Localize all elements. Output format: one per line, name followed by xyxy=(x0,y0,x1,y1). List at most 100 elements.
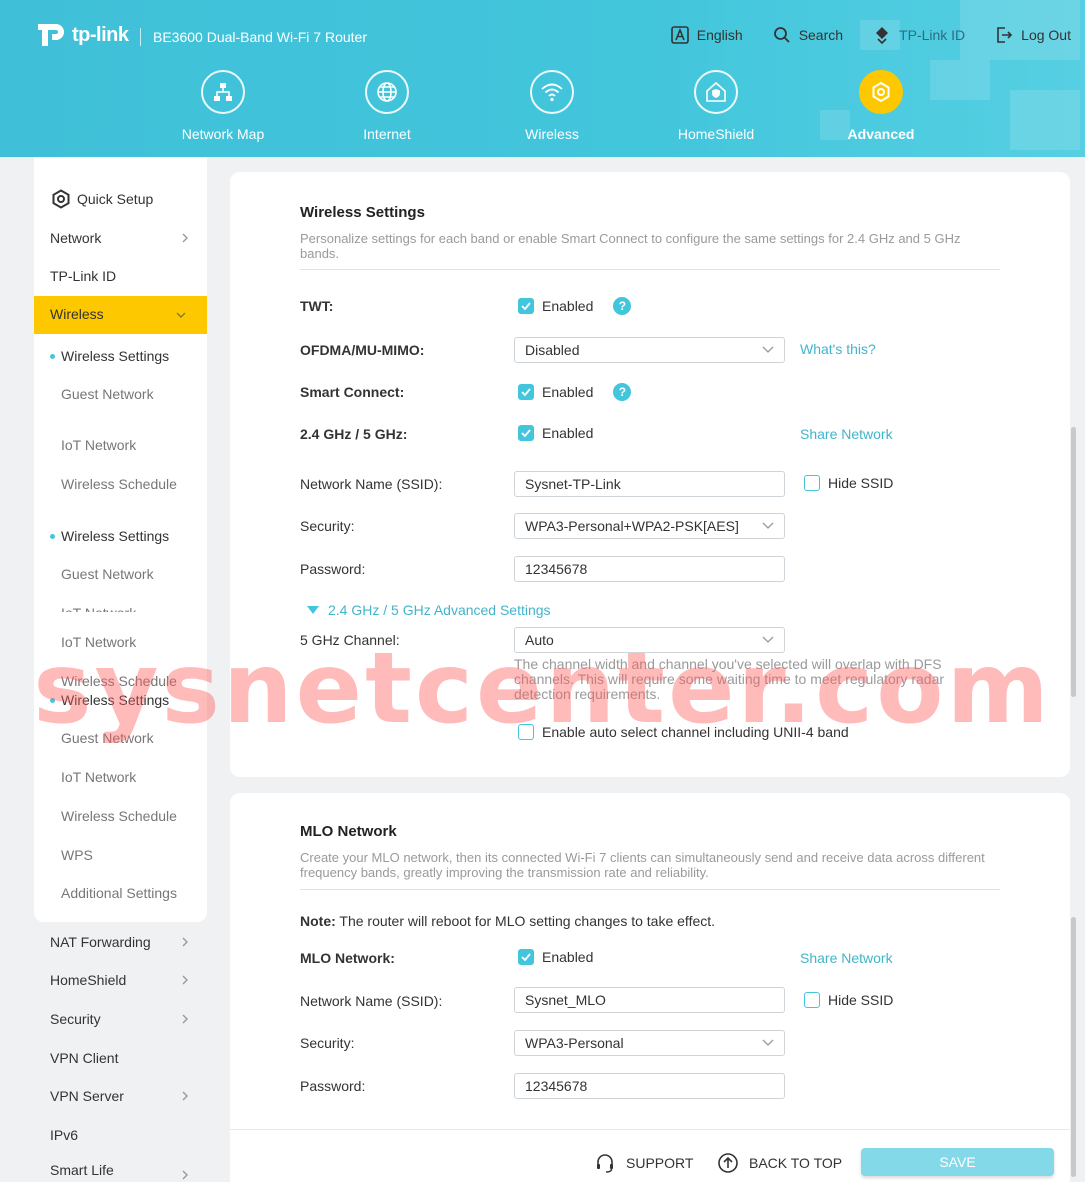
save-button[interactable]: SAVE xyxy=(861,1148,1054,1176)
sidebar-sub-wireless-settings[interactable]: Wireless Settings xyxy=(50,689,201,711)
twt-checkbox-row: Enabled ? xyxy=(518,297,632,315)
ofdma-select[interactable]: Disabled xyxy=(514,337,785,363)
unii4-row: Enable auto select channel including UNI… xyxy=(518,724,849,740)
back-to-top-button[interactable]: BACK TO TOP xyxy=(717,1152,842,1174)
network-map-icon xyxy=(201,70,245,114)
mlo-note-bold: Note: xyxy=(300,913,336,929)
nav-internet[interactable]: Internet xyxy=(327,70,447,142)
sidebar-sub-guest-network[interactable]: Guest Network xyxy=(61,383,201,405)
main-nav: Network Map Internet Wireless HomeShield… xyxy=(0,70,1085,150)
sidebar-sub-wireless-settings[interactable]: Wireless Settings xyxy=(50,525,201,547)
sidebar-sub-iot-network[interactable]: IoT Network xyxy=(61,631,201,653)
support-button[interactable]: SUPPORT xyxy=(594,1152,693,1174)
twt-checkbox[interactable] xyxy=(518,298,534,314)
chevron-right-icon xyxy=(182,233,188,243)
check-icon xyxy=(521,388,531,397)
wireless-settings-title: Wireless Settings xyxy=(300,204,425,221)
sidebar-item-vpn-client[interactable]: VPN Client xyxy=(50,1046,190,1070)
sidebar-item-security[interactable]: Security xyxy=(50,1007,190,1031)
smart-connect-checkbox[interactable] xyxy=(518,384,534,400)
mlo-security-label: Security: xyxy=(300,1035,355,1051)
sidebar-item-smart-life[interactable]: Smart Life xyxy=(50,1158,190,1182)
sidebar-item-vpn-server[interactable]: VPN Server xyxy=(50,1084,190,1108)
sidebar-item-quick-setup[interactable]: Quick Setup xyxy=(52,187,217,211)
arrow-up-circle-icon xyxy=(718,1153,738,1173)
top-header: tp-link BE3600 Dual-Band Wi-Fi 7 Router … xyxy=(0,0,1085,157)
sidebar-sub-guest-network[interactable]: Guest Network xyxy=(61,563,201,585)
advanced-settings-label: 2.4 GHz / 5 GHz Advanced Settings xyxy=(328,602,551,618)
language-button[interactable]: English xyxy=(670,26,743,44)
ssid-input[interactable]: Sysnet-TP-Link xyxy=(514,471,785,497)
band-row: Enabled xyxy=(518,425,593,441)
hide-ssid-checkbox[interactable] xyxy=(804,475,820,491)
mlo-share-network-link[interactable]: Share Network xyxy=(800,950,893,966)
hide-ssid-row: Hide SSID xyxy=(804,475,893,491)
share-network-link[interactable]: Share Network xyxy=(800,426,893,442)
nav-wireless[interactable]: Wireless xyxy=(492,70,612,142)
nav-network-map[interactable]: Network Map xyxy=(163,70,283,142)
help-icon[interactable]: ? xyxy=(613,383,632,401)
search-button[interactable]: Search xyxy=(773,26,843,44)
sidebar-item-network[interactable]: Network xyxy=(50,226,190,250)
sidebar-label-vpn-client: VPN Client xyxy=(50,1050,119,1066)
mlo-hide-ssid-label: Hide SSID xyxy=(828,992,894,1008)
search-label: Search xyxy=(798,27,844,43)
logout-button[interactable]: Log Out xyxy=(995,26,1071,44)
smart-connect-value: Enabled xyxy=(542,384,594,400)
scrollbar[interactable] xyxy=(1071,157,1077,1182)
mlo-security-select[interactable]: WPA3-Personal xyxy=(514,1030,785,1056)
headset-icon xyxy=(597,1154,613,1173)
check-icon xyxy=(521,429,531,438)
nav-label-homeshield: HomeShield xyxy=(677,126,755,142)
mlo-password-label: Password: xyxy=(300,1078,366,1094)
sidebar-item-nat-forwarding[interactable]: NAT Forwarding xyxy=(50,930,190,954)
sidebar-item-ipv6[interactable]: IPv6 xyxy=(50,1123,190,1147)
sidebar-sub-guest-network[interactable]: Guest Network xyxy=(61,727,201,749)
ofdma-value: Disabled xyxy=(525,342,580,358)
triangle-down-icon xyxy=(307,606,319,614)
tplink-logo[interactable]: tp-link xyxy=(34,18,129,52)
whats-this-link[interactable]: What's this? xyxy=(800,341,876,357)
mlo-ssid-input[interactable]: Sysnet_MLO xyxy=(514,987,785,1013)
nav-advanced[interactable]: Advanced xyxy=(821,70,941,142)
security-select[interactable]: WPA3-Personal+WPA2-PSK[AES] xyxy=(514,513,785,539)
twt-label: TWT: xyxy=(300,298,334,314)
scrollbar-thumb[interactable] xyxy=(1071,427,1076,697)
smart-connect-row: Enabled ? xyxy=(518,383,632,401)
mlo-network-checkbox[interactable] xyxy=(518,949,534,965)
sidebar-sub-wireless-schedule[interactable]: Wireless Schedule xyxy=(61,805,201,827)
chevron-down-icon xyxy=(176,312,186,318)
help-icon[interactable]: ? xyxy=(613,297,632,315)
sidebar-item-homeshield[interactable]: HomeShield xyxy=(50,968,190,992)
band-value: Enabled xyxy=(542,425,594,441)
band-checkbox[interactable] xyxy=(518,425,534,441)
sidebar-sub-wireless-schedule[interactable]: Wireless Schedule xyxy=(61,473,201,495)
scrollbar-thumb[interactable] xyxy=(1071,917,1076,1177)
chevron-right-icon xyxy=(182,1091,188,1101)
advanced-settings-toggle[interactable]: 2.4 GHz / 5 GHz Advanced Settings xyxy=(306,602,551,618)
language-label: English xyxy=(696,27,743,43)
chevron-down-icon xyxy=(762,1039,774,1046)
unii4-label: Enable auto select channel including UNI… xyxy=(542,724,849,740)
logout-icon xyxy=(997,27,1013,43)
mlo-password-input[interactable]: 12345678 xyxy=(514,1073,785,1099)
sidebar-sub-wireless-settings[interactable]: Wireless Settings xyxy=(50,345,201,367)
unii4-checkbox[interactable] xyxy=(518,724,534,740)
sidebar-sub-iot-network[interactable]: IoT Network xyxy=(61,766,201,788)
sidebar: Quick Setup Network TP-Link ID Wireless … xyxy=(34,157,207,1182)
sidebar-sub-iot-network[interactable]: IoT Network xyxy=(61,602,201,612)
sidebar-item-wireless[interactable]: Wireless xyxy=(34,296,207,334)
password-input[interactable]: 12345678 xyxy=(514,556,785,582)
sidebar-sub-wps[interactable]: WPS xyxy=(61,844,201,866)
tplink-id-button[interactable]: TP-Link ID xyxy=(873,26,965,44)
mlo-hide-ssid-checkbox[interactable] xyxy=(804,992,820,1008)
back-to-top-label: BACK TO TOP xyxy=(749,1155,843,1171)
nav-homeshield[interactable]: HomeShield xyxy=(656,70,776,142)
router-model: BE3600 Dual-Band Wi-Fi 7 Router xyxy=(140,28,367,46)
channel-select[interactable]: Auto xyxy=(514,627,785,653)
sidebar-sub-additional-settings[interactable]: Additional Settings xyxy=(61,882,201,904)
sidebar-sub-iot-network[interactable]: IoT Network xyxy=(61,434,201,456)
sidebar-label-smart-life: Smart Life xyxy=(50,1162,114,1178)
ssid-label: Network Name (SSID): xyxy=(300,476,443,492)
sidebar-item-tplink-id[interactable]: TP-Link ID xyxy=(50,264,190,288)
